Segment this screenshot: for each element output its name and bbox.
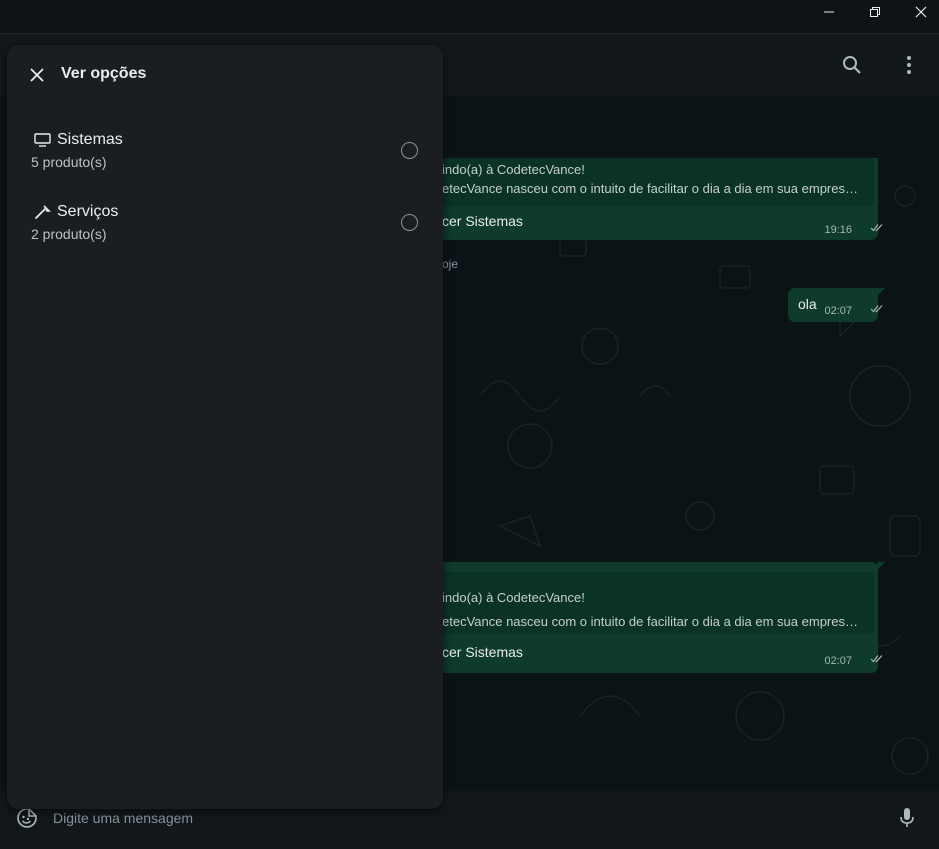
minimize-icon	[824, 11, 834, 13]
option-servicos[interactable]: Serviços 2 produto(s)	[7, 195, 443, 257]
message-quote: indo(a) à CodetecVance! etecVance nasceu…	[442, 158, 874, 206]
message-line: etecVance nasceu com o intuito de facili…	[442, 181, 858, 196]
panel-title: Ver opções	[61, 65, 147, 82]
message-action-button[interactable]: cer Sistemas	[442, 213, 523, 229]
option-name: Serviços	[57, 203, 119, 220]
day-separator: oje	[442, 257, 459, 271]
bubble-tail	[877, 562, 885, 570]
message-time: 02:07	[824, 655, 852, 667]
message-action-button[interactable]: cer Sistemas	[442, 644, 523, 660]
monitor-icon	[33, 132, 51, 148]
search-icon	[843, 56, 861, 74]
options-panel: Ver opções Sistemas 5 produto(s) Serviço…	[7, 45, 443, 809]
panel-close-button[interactable]	[25, 63, 49, 87]
sticker-emoji-icon	[17, 808, 37, 828]
option-count: 2 produto(s)	[31, 226, 107, 242]
message-bubble-welcome-1[interactable]: indo(a) à CodetecVance! etecVance nasceu…	[430, 158, 883, 240]
restore-button[interactable]	[852, 0, 898, 24]
message-bubble-welcome-2[interactable]: indo(a) à CodetecVance! etecVance nasceu…	[430, 562, 885, 673]
option-radio[interactable]	[401, 214, 418, 231]
kebab-menu-icon	[907, 56, 911, 74]
message-time: 19:16	[824, 224, 852, 236]
message-bubble-ola[interactable]: ola 02:07	[788, 288, 885, 322]
microphone-button[interactable]	[894, 805, 920, 831]
message-text: ola	[798, 296, 817, 312]
message-time: 02:07	[824, 305, 852, 317]
option-name: Sistemas	[57, 131, 123, 148]
window-titlebar	[0, 0, 939, 34]
restore-icon	[870, 7, 880, 17]
close-icon	[915, 6, 927, 18]
minimize-button[interactable]	[806, 0, 852, 24]
option-count: 5 produto(s)	[31, 154, 107, 170]
bubble-tail	[877, 288, 885, 296]
close-window-button[interactable]	[898, 0, 939, 24]
message-line: indo(a) à CodetecVance!	[442, 162, 585, 177]
menu-button[interactable]	[895, 51, 923, 79]
message-line: indo(a) à CodetecVance!	[442, 590, 585, 605]
option-radio[interactable]	[401, 142, 418, 159]
option-sistemas[interactable]: Sistemas 5 produto(s)	[7, 123, 443, 185]
message-quote: indo(a) à CodetecVance! etecVance nasceu…	[442, 572, 874, 634]
microphone-icon	[900, 808, 914, 827]
wrench-icon	[33, 204, 51, 220]
close-icon	[30, 68, 44, 82]
message-line: etecVance nasceu com o intuito de facili…	[442, 614, 858, 629]
search-button[interactable]	[838, 51, 866, 79]
